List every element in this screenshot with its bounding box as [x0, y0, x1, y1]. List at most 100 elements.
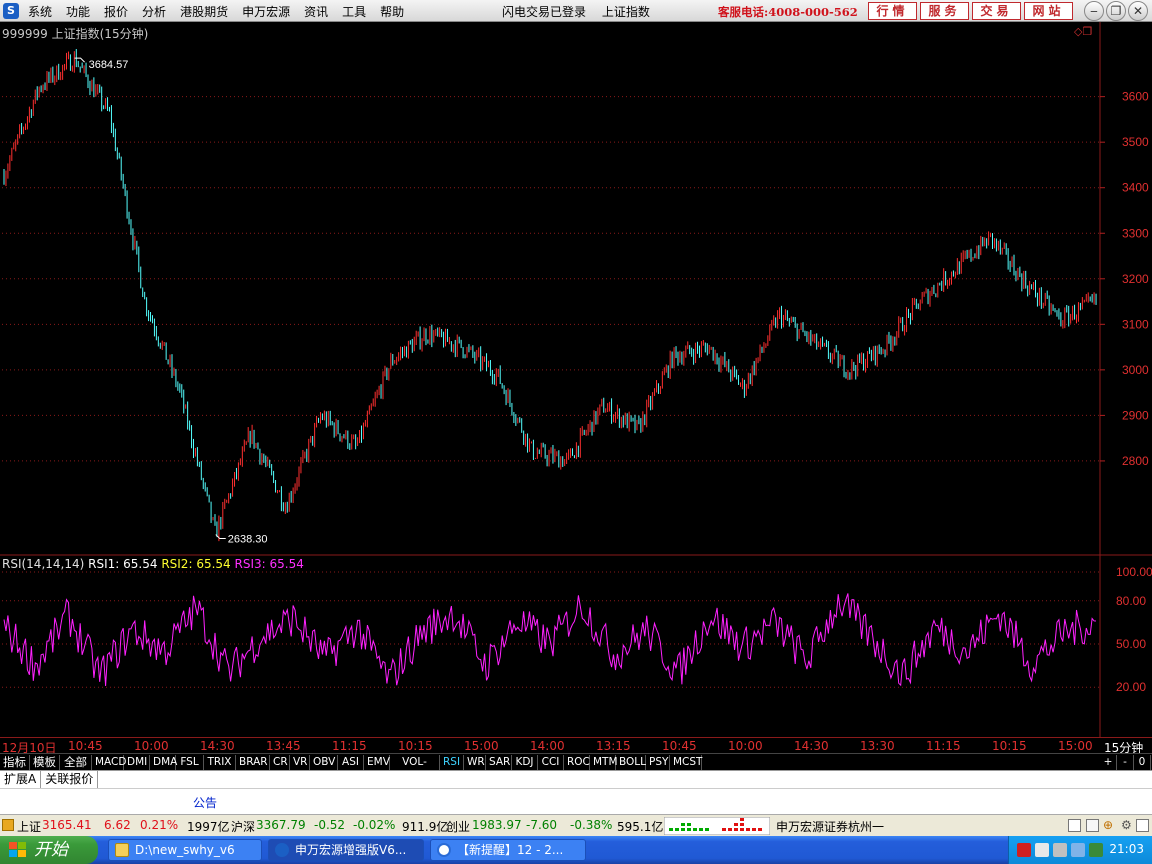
task-swhy-label: 申万宏源增强版V6... — [295, 843, 407, 857]
time-axis-label: 15:00 — [1058, 739, 1093, 753]
layout-icon[interactable] — [1068, 819, 1081, 832]
network-icon[interactable] — [1071, 843, 1085, 857]
indicator-tab-roc[interactable]: ROC — [564, 755, 590, 770]
time-axis-label: 14:30 — [794, 739, 829, 753]
indicator-tab-wr[interactable]: WR — [464, 755, 486, 770]
indicator-tab-brar[interactable]: BRAR — [236, 755, 270, 770]
indicator-tab-dma[interactable]: DMA — [150, 755, 177, 770]
menu-item-analysis[interactable]: 分析 — [135, 3, 173, 20]
text-icon[interactable] — [1086, 819, 1099, 832]
website-button[interactable]: 网站 — [1024, 2, 1073, 20]
menu-item-news[interactable]: 资讯 — [297, 3, 335, 20]
time-axis-label: 10:15 — [398, 739, 433, 753]
chart-title: 999999 上证指数(15分钟) — [2, 27, 149, 41]
reset-button[interactable]: 0 — [1134, 755, 1151, 770]
task-explorer-label: D:\new_swhy_v6 — [135, 843, 235, 857]
indicator-tab-kdj[interactable]: KDJ — [512, 755, 538, 770]
indicator-tab-模板[interactable]: 模板 — [30, 755, 60, 770]
indicator-tab-macd[interactable]: MACD — [92, 755, 126, 770]
hs-label: 沪深 — [231, 820, 256, 834]
tab-related-quotes[interactable]: 关联报价 — [41, 771, 99, 788]
status-bar: 上证 3165.41 6.62 0.21% 1997亿 沪深 3367.79 -… — [0, 814, 1152, 836]
close-icon[interactable]: ✕ — [1128, 1, 1148, 21]
sh-pct: 0.21% — [140, 818, 179, 832]
taskbar: 开始 D:\new_swhy_v6 申万宏源增强版V6... 【新提醒】12 -… — [0, 836, 1152, 864]
indicator-tab-vol-tdx[interactable]: VOL-TDX — [390, 755, 440, 783]
kline-chart[interactable]: 3600 3500 3400 3300 3200 3100 3000 2900 2800 100.… — [0, 22, 1152, 738]
restore-icon[interactable]: ❐ — [1106, 1, 1126, 21]
indicator-tab-指标[interactable]: 指标 — [0, 755, 30, 770]
task-swhy[interactable]: 申万宏源增强版V6... — [268, 839, 424, 861]
notice-panel: 公告 — [0, 788, 1152, 814]
indicator-tab-vr[interactable]: VR — [290, 755, 310, 770]
task-explorer[interactable]: D:\new_swhy_v6 — [108, 839, 262, 861]
hs-change: -0.52 — [314, 818, 346, 832]
menu-item-help[interactable]: 帮助 — [373, 3, 411, 20]
task-browser[interactable]: 【新提醒】12 - 2... — [430, 839, 586, 861]
menu-item-tools[interactable]: 工具 — [335, 3, 373, 20]
time-axis-label: 13:45 — [266, 739, 301, 753]
indicator-tab-obv[interactable]: OBV — [310, 755, 338, 770]
start-button[interactable]: 开始 — [0, 836, 98, 864]
menu-item-function[interactable]: 功能 — [59, 3, 97, 20]
menu-item-system[interactable]: 系统 — [28, 3, 59, 20]
zoom-out-button[interactable]: - — [1117, 755, 1134, 770]
rsi-name: RSI(14,14,14) — [2, 557, 85, 571]
menu-item-hk-futures[interactable]: 港股期货 — [173, 3, 235, 20]
tab-extend-a[interactable]: 扩展A — [0, 771, 42, 788]
indicator-tab-trix[interactable]: TRIX — [204, 755, 236, 770]
volume-icon[interactable] — [1053, 843, 1067, 857]
rsi-axis-label: 100.00 — [1116, 565, 1152, 579]
menu-item-quote[interactable]: 报价 — [97, 3, 135, 20]
indicator-tab-dmi[interactable]: DMI — [124, 755, 150, 770]
zoom-in-button[interactable]: + — [1100, 755, 1117, 770]
window-controls: ‒ ❐ ✕ — [1084, 1, 1148, 21]
indicator-tab-全部[interactable]: 全部 — [60, 755, 92, 770]
time-axis-label: 13:30 — [860, 739, 895, 753]
indicator-tab-cci[interactable]: CCI — [538, 755, 564, 770]
app-logo-icon: S — [3, 3, 19, 19]
notice-link[interactable]: 公告 — [193, 794, 217, 811]
menu-item-swhy[interactable]: 申万宏源 — [235, 3, 297, 20]
indicator-tab-cr[interactable]: CR — [270, 755, 290, 770]
tray-im-icon[interactable] — [1035, 843, 1049, 857]
rsi-header: RSI(14,14,14) RSI1: 65.54 RSI2: 65.54 RS… — [2, 557, 304, 571]
indicator-tab-asi[interactable]: ASI — [338, 755, 364, 770]
grid-icon[interactable] — [1136, 819, 1149, 832]
signal-icon[interactable]: ⊕ — [1103, 818, 1113, 832]
cy-change: -7.60 — [526, 818, 558, 832]
indicator-tab-sar[interactable]: SAR — [486, 755, 512, 770]
price-axis-label: 3300 — [1122, 226, 1149, 240]
minimize-icon[interactable]: ‒ — [1084, 1, 1104, 21]
low-price-label: 2638.30 — [228, 534, 268, 546]
tools-icon[interactable]: ⚙ — [1121, 818, 1132, 832]
indicator-tab-boll[interactable]: BOLL — [616, 755, 646, 770]
tray-app-icon[interactable] — [1017, 843, 1031, 857]
menu-bar: S 系统 功能 报价 分析 港股期货 申万宏源 资讯 工具 帮助 闪电交易已登录… — [0, 0, 1152, 22]
indicator-tab-mcst[interactable]: MCST — [670, 755, 702, 770]
indicator-tab-rsi[interactable]: RSI — [440, 755, 464, 770]
time-axis: 12月10日 10:45 10:00 14:30 13:45 11:15 10:15 15:0… — [0, 737, 1152, 755]
sh-change: 6.62 — [104, 818, 131, 832]
chart-area[interactable]: 3600 3500 3400 3300 3200 3100 3000 2900 2800 100.… — [0, 22, 1152, 738]
cy-label: 创业 — [446, 820, 471, 834]
price-axis-label: 2900 — [1122, 408, 1149, 422]
swhy-app-icon — [275, 843, 289, 857]
system-tray: 21:03 — [1008, 836, 1152, 864]
service-button[interactable]: 服务 — [920, 2, 969, 20]
rsi2-value: 65.54 — [196, 557, 231, 571]
indicator-tab-fsl[interactable]: FSL — [176, 755, 204, 770]
time-axis-label: 10:45 — [68, 739, 103, 753]
security-icon[interactable] — [1089, 843, 1103, 857]
indicator-tab-emv[interactable]: EMV — [364, 755, 390, 770]
alert-icon[interactable] — [2, 819, 14, 831]
chart-options-icon[interactable]: ◇❐ — [1074, 25, 1092, 38]
indicator-tab-mtm[interactable]: MTM — [590, 755, 618, 770]
price-axis-label: 3200 — [1122, 272, 1149, 286]
market-button[interactable]: 行情 — [868, 2, 917, 20]
time-axis-label: 14:30 — [200, 739, 235, 753]
trade-button[interactable]: 交易 — [972, 2, 1021, 20]
rsi-axis-label: 20.00 — [1116, 680, 1146, 694]
indicator-tab-psy[interactable]: PSY — [646, 755, 670, 770]
rsi-axis-label: 50.00 — [1116, 637, 1146, 651]
